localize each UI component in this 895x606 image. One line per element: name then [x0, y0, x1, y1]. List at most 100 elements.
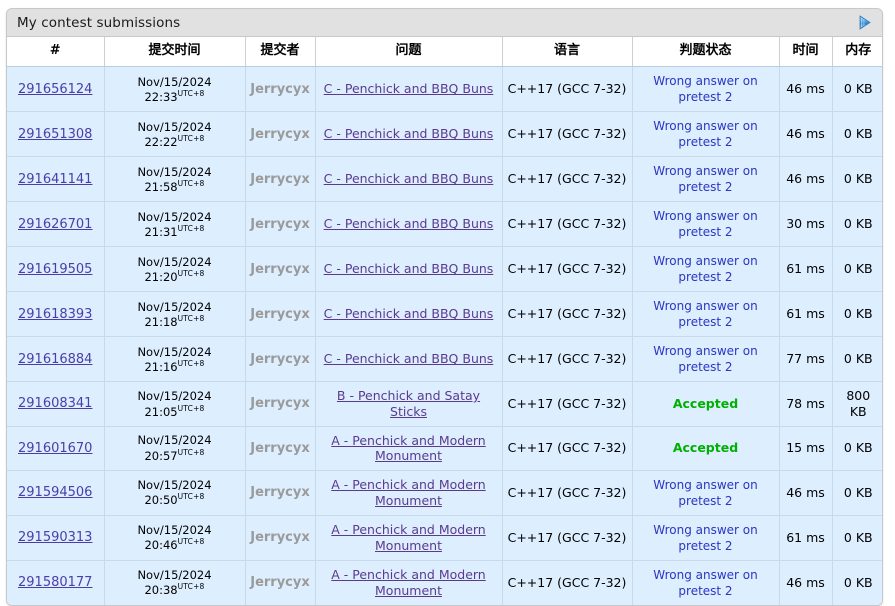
problem-link[interactable]: C - Penchick and BBQ Buns	[324, 351, 494, 366]
submission-id-cell: 291651308	[7, 111, 105, 158]
column-header-memory[interactable]: 内存	[832, 37, 882, 68]
column-header-author[interactable]: 提交者	[245, 37, 316, 68]
problem-link[interactable]: A - Penchick and Modern Monument	[331, 477, 485, 508]
author-link[interactable]: Jerrycyx	[250, 172, 310, 187]
memory-cell: 800 KB	[832, 381, 882, 427]
submission-id-link[interactable]: 291580177	[18, 575, 92, 590]
submission-time-cell: Nov/15/2024 21:20UTC+8	[104, 246, 246, 293]
memory-cell: 0 KB	[832, 336, 882, 383]
submission-id-cell: 291590313	[7, 515, 105, 561]
panel-caption-bar: My contest submissions	[7, 9, 882, 36]
submission-id-cell: 291641141	[7, 156, 105, 203]
submission-clock: 20:57UTC+8	[109, 448, 241, 463]
problem-link[interactable]: A - Penchick and Modern Monument	[331, 522, 485, 553]
memory-cell: 0 KB	[832, 201, 882, 248]
author-cell: Jerrycyx	[245, 156, 316, 203]
table-body: 291656124 Nov/15/2024 22:33 UTC+8 Jerrycyx C …	[7, 66, 882, 605]
problem-link[interactable]: C - Penchick and BBQ Buns	[324, 306, 494, 321]
submission-id-link[interactable]: 291656124	[18, 82, 92, 97]
runtime-cell: 77 ms	[779, 336, 833, 383]
submission-id-cell: 291594506	[7, 470, 105, 516]
verdict-wrong-answer[interactable]: Wrong answer on pretest 2	[653, 209, 757, 239]
verdict-accepted[interactable]: Accepted	[673, 440, 738, 455]
column-header-verdict[interactable]: 判题状态	[632, 37, 780, 68]
submission-clock-value: 22:33	[144, 89, 178, 104]
submission-clock-value: 21:05	[144, 404, 178, 419]
author-link[interactable]: Jerrycyx	[250, 127, 310, 142]
page-title: My contest submissions	[17, 14, 181, 31]
submission-id-link[interactable]: 291619505	[18, 262, 92, 277]
submission-time-cell: Nov/15/2024 20:50UTC+8	[104, 470, 246, 516]
author-link[interactable]: Jerrycyx	[250, 530, 310, 545]
submission-time-cell: Nov/15/2024 20:38UTC+8	[104, 560, 246, 605]
submission-id-cell: 291580177	[7, 560, 105, 605]
author-link[interactable]: Jerrycyx	[250, 485, 310, 500]
verdict-wrong-answer[interactable]: Wrong answer on pretest 2	[653, 478, 757, 508]
language-cell: C++17 (GCC 7-32)	[502, 246, 633, 293]
submission-clock: 20:38UTC+8	[109, 582, 241, 597]
verdict-cell: Accepted	[632, 381, 780, 427]
problem-link[interactable]: C - Penchick and BBQ Buns	[324, 171, 494, 186]
verdict-wrong-answer[interactable]: Wrong answer on pretest 2	[653, 254, 757, 284]
author-link[interactable]: Jerrycyx	[250, 352, 310, 367]
submission-timezone: UTC+8	[177, 313, 205, 323]
memory-cell: 0 KB	[832, 66, 882, 113]
problem-cell: C - Penchick and BBQ Buns	[315, 156, 503, 203]
verdict-wrong-answer[interactable]: Wrong answer on pretest 2	[653, 119, 757, 149]
problem-link[interactable]: A - Penchick and Modern Monument	[331, 567, 485, 598]
table-row: 291601670 Nov/15/2024 20:57UTC+8 Jerrycyx A …	[7, 426, 882, 471]
submission-clock: 21:16UTC+8	[109, 359, 241, 374]
column-header-time[interactable]: 提交时间	[104, 37, 246, 68]
submission-id-link[interactable]: 291651308	[18, 127, 92, 142]
author-link[interactable]: Jerrycyx	[250, 575, 310, 590]
problem-cell: C - Penchick and BBQ Buns	[315, 291, 503, 338]
verdict-wrong-answer[interactable]: Wrong answer on pretest 2	[653, 523, 757, 553]
problem-link[interactable]: C - Penchick and BBQ Buns	[324, 261, 494, 276]
problem-link[interactable]: C - Penchick and BBQ Buns	[324, 216, 494, 231]
submission-clock-value: 21:58	[144, 179, 178, 194]
verdict-wrong-answer[interactable]: Wrong answer on pretest 2	[653, 74, 757, 104]
runtime-cell: 46 ms	[779, 111, 833, 158]
language-cell: C++17 (GCC 7-32)	[502, 66, 633, 113]
verdict-cell: Accepted	[632, 426, 780, 471]
problem-link[interactable]: C - Penchick and BBQ Buns	[324, 81, 494, 96]
column-header-language[interactable]: 语言	[502, 37, 633, 68]
author-link[interactable]: Jerrycyx	[250, 217, 310, 232]
author-link[interactable]: Jerrycyx	[250, 307, 310, 322]
author-link[interactable]: Jerrycyx	[250, 396, 310, 411]
submission-id-link[interactable]: 291626701	[18, 217, 92, 232]
verdict-wrong-answer[interactable]: Wrong answer on pretest 2	[653, 344, 757, 374]
column-header-id[interactable]: #	[7, 37, 105, 68]
verdict-accepted[interactable]: Accepted	[673, 396, 738, 411]
triangle-right-icon[interactable]	[856, 14, 874, 32]
submission-clock-value: 20:57	[144, 448, 178, 463]
problem-link[interactable]: A - Penchick and Modern Monument	[331, 433, 485, 464]
author-link[interactable]: Jerrycyx	[250, 441, 310, 456]
submission-id-link[interactable]: 291590313	[18, 530, 92, 545]
problem-link[interactable]: C - Penchick and BBQ Buns	[324, 126, 494, 141]
submission-date: Nov/15/2024	[137, 433, 212, 448]
verdict-cell: Wrong answer on pretest 2	[632, 336, 780, 383]
submission-id-link[interactable]: 291641141	[18, 172, 92, 187]
author-link[interactable]: Jerrycyx	[250, 82, 310, 97]
submission-time-cell: Nov/15/2024 21:31UTC+8	[104, 201, 246, 248]
submission-id-link[interactable]: 291616884	[18, 352, 92, 367]
problem-link[interactable]: B - Penchick and Satay Sticks	[337, 388, 480, 419]
problem-cell: A - Penchick and Modern Monument	[315, 470, 503, 516]
memory-cell: 0 KB	[832, 246, 882, 293]
verdict-wrong-answer[interactable]: Wrong answer on pretest 2	[653, 568, 757, 598]
submission-id-link[interactable]: 291608341	[18, 396, 92, 411]
verdict-wrong-answer[interactable]: Wrong answer on pretest 2	[653, 299, 757, 329]
submission-timezone: UTC+8	[177, 133, 205, 143]
language-cell: C++17 (GCC 7-32)	[502, 156, 633, 203]
submission-id-link[interactable]: 291594506	[18, 485, 92, 500]
author-link[interactable]: Jerrycyx	[250, 262, 310, 277]
submission-id-link[interactable]: 291618393	[18, 307, 92, 322]
submission-id-link[interactable]: 291601670	[18, 441, 92, 456]
author-cell: Jerrycyx	[245, 111, 316, 158]
column-header-runtime[interactable]: 时间	[779, 37, 833, 68]
problem-cell: A - Penchick and Modern Monument	[315, 515, 503, 561]
verdict-wrong-answer[interactable]: Wrong answer on pretest 2	[653, 164, 757, 194]
memory-cell: 0 KB	[832, 515, 882, 561]
column-header-problem[interactable]: 问题	[315, 37, 503, 68]
